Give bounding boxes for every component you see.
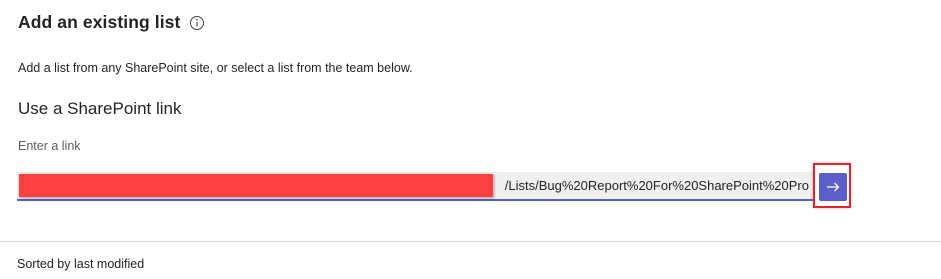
title-row: Add an existing list (18, 12, 205, 33)
arrow-right-icon (826, 180, 840, 195)
section-divider (0, 241, 941, 242)
submit-link-button[interactable] (819, 173, 847, 201)
link-input-value[interactable]: /Lists/Bug%20Report%20For%20SharePoint%2… (505, 172, 809, 199)
description-text: Add a list from any SharePoint site, or … (18, 61, 413, 75)
sort-label: Sorted by last modified (17, 257, 145, 271)
redaction-overlay (19, 174, 493, 197)
dialog-title: Add an existing list (18, 12, 181, 32)
sharepoint-link-heading: Use a SharePoint link (18, 99, 182, 118)
info-icon[interactable] (189, 15, 205, 31)
link-field-label: Enter a link (18, 139, 81, 153)
